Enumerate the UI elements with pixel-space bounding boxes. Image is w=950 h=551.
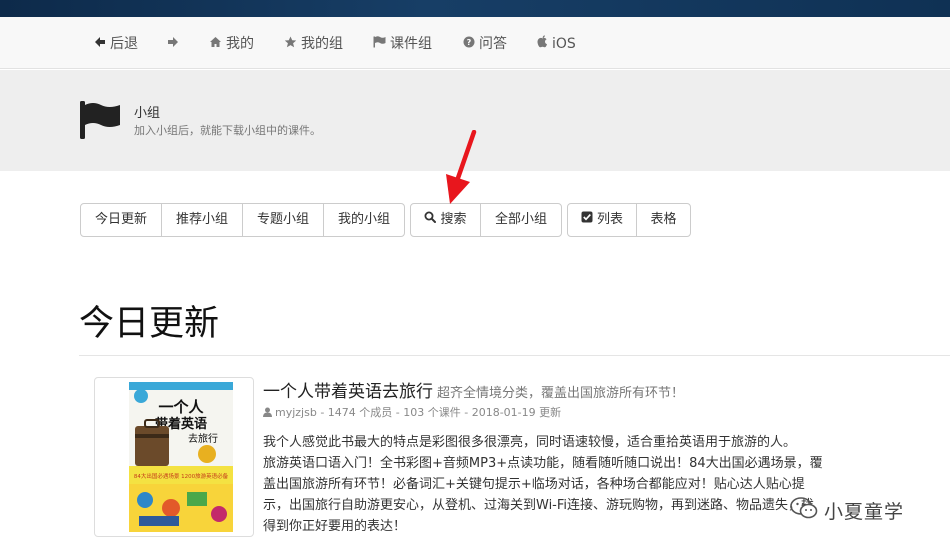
watermark: 小夏童学 [790, 494, 904, 526]
group-subtitle: 超齐全情境分类，覆盖出国旅游所有环节！ [437, 386, 685, 401]
question-circle-icon: ? [463, 34, 475, 54]
home-icon [209, 34, 222, 54]
watermark-text: 小夏童学 [824, 500, 905, 523]
group-title-link[interactable]: 一个人带着英语去旅行 [263, 382, 433, 402]
cover-banner: 84大出国必遇场景 1200旅游英语必备 [134, 472, 229, 480]
group-meta: myjzjsb - 1474 个成员 - 103 个课件 - 2018-01-1… [263, 404, 561, 420]
filter-group-search: 搜索 全部小组 [410, 203, 562, 237]
jumbotron-subtitle: 加入小组后，就能下载小组中的课件。 [134, 124, 321, 137]
filter-group-view: 列表 表格 [567, 203, 691, 237]
flag-icon [80, 101, 122, 143]
top-banner [0, 0, 950, 17]
tab-recommended-groups[interactable]: 推荐小组 [162, 204, 243, 236]
wechat-icon [790, 496, 818, 524]
search-icon [424, 204, 437, 236]
navbar: 后退 我的 我的组 课件组 ? 问答 iOS [0, 17, 950, 69]
check-square-icon [581, 204, 593, 236]
table-view-button[interactable]: 表格 [637, 204, 690, 236]
nav-qa[interactable]: ? 问答 [463, 34, 507, 54]
description-paragraph: 我个人感觉此书最大的特点是彩图很多很漂亮，同时语速较慢，适合重拾英语用于旅游的人… [263, 435, 797, 450]
group-description: 我个人感觉此书最大的特点是彩图很多很漂亮，同时语速较慢，适合重拾英语用于旅游的人… [263, 432, 823, 537]
description-paragraph: 旅游英语口语入门！全书彩图+音频MP3+点读功能，随看随听随口说出！84大出国必… [263, 456, 823, 534]
flag-icon [373, 34, 386, 54]
all-groups-button[interactable]: 全部小组 [481, 204, 561, 236]
svg-text:?: ? [467, 38, 472, 47]
cover-title-line3: 去旅行 [188, 432, 218, 445]
nav-back[interactable]: 后退 [94, 34, 138, 54]
listing-title-row: 一个人带着英语去旅行 超齐全情境分类，覆盖出国旅游所有环节！ [263, 377, 684, 402]
nav-mine[interactable]: 我的 [209, 34, 254, 54]
arrow-right-icon [167, 34, 179, 54]
apple-icon [537, 34, 548, 54]
user-icon [263, 407, 272, 420]
arrow-left-icon [94, 34, 106, 54]
nav-my-groups[interactable]: 我的组 [284, 34, 343, 54]
list-view-button[interactable]: 列表 [568, 204, 637, 236]
star-icon [284, 34, 297, 54]
nav-forward[interactable] [167, 34, 183, 54]
tab-topic-groups[interactable]: 专题小组 [243, 204, 324, 236]
filter-group-main: 今日更新 推荐小组 专题小组 我的小组 [80, 203, 405, 237]
tab-today-updates[interactable]: 今日更新 [81, 204, 162, 236]
divider [79, 355, 950, 356]
group-cover-thumbnail[interactable]: 一个人 带着英语 去旅行 84大出国必遇场景 1200旅游英语必备 [94, 377, 254, 537]
tab-my-groups[interactable]: 我的小组 [324, 204, 404, 236]
nav-ios[interactable]: iOS [537, 34, 576, 54]
page-title: 今日更新 [79, 304, 220, 344]
annotation-arrow [436, 129, 480, 214]
cover-title-line1: 一个人 [158, 398, 204, 416]
jumbotron-title: 小组 [134, 106, 161, 121]
nav-courseware-groups[interactable]: 课件组 [373, 34, 432, 54]
